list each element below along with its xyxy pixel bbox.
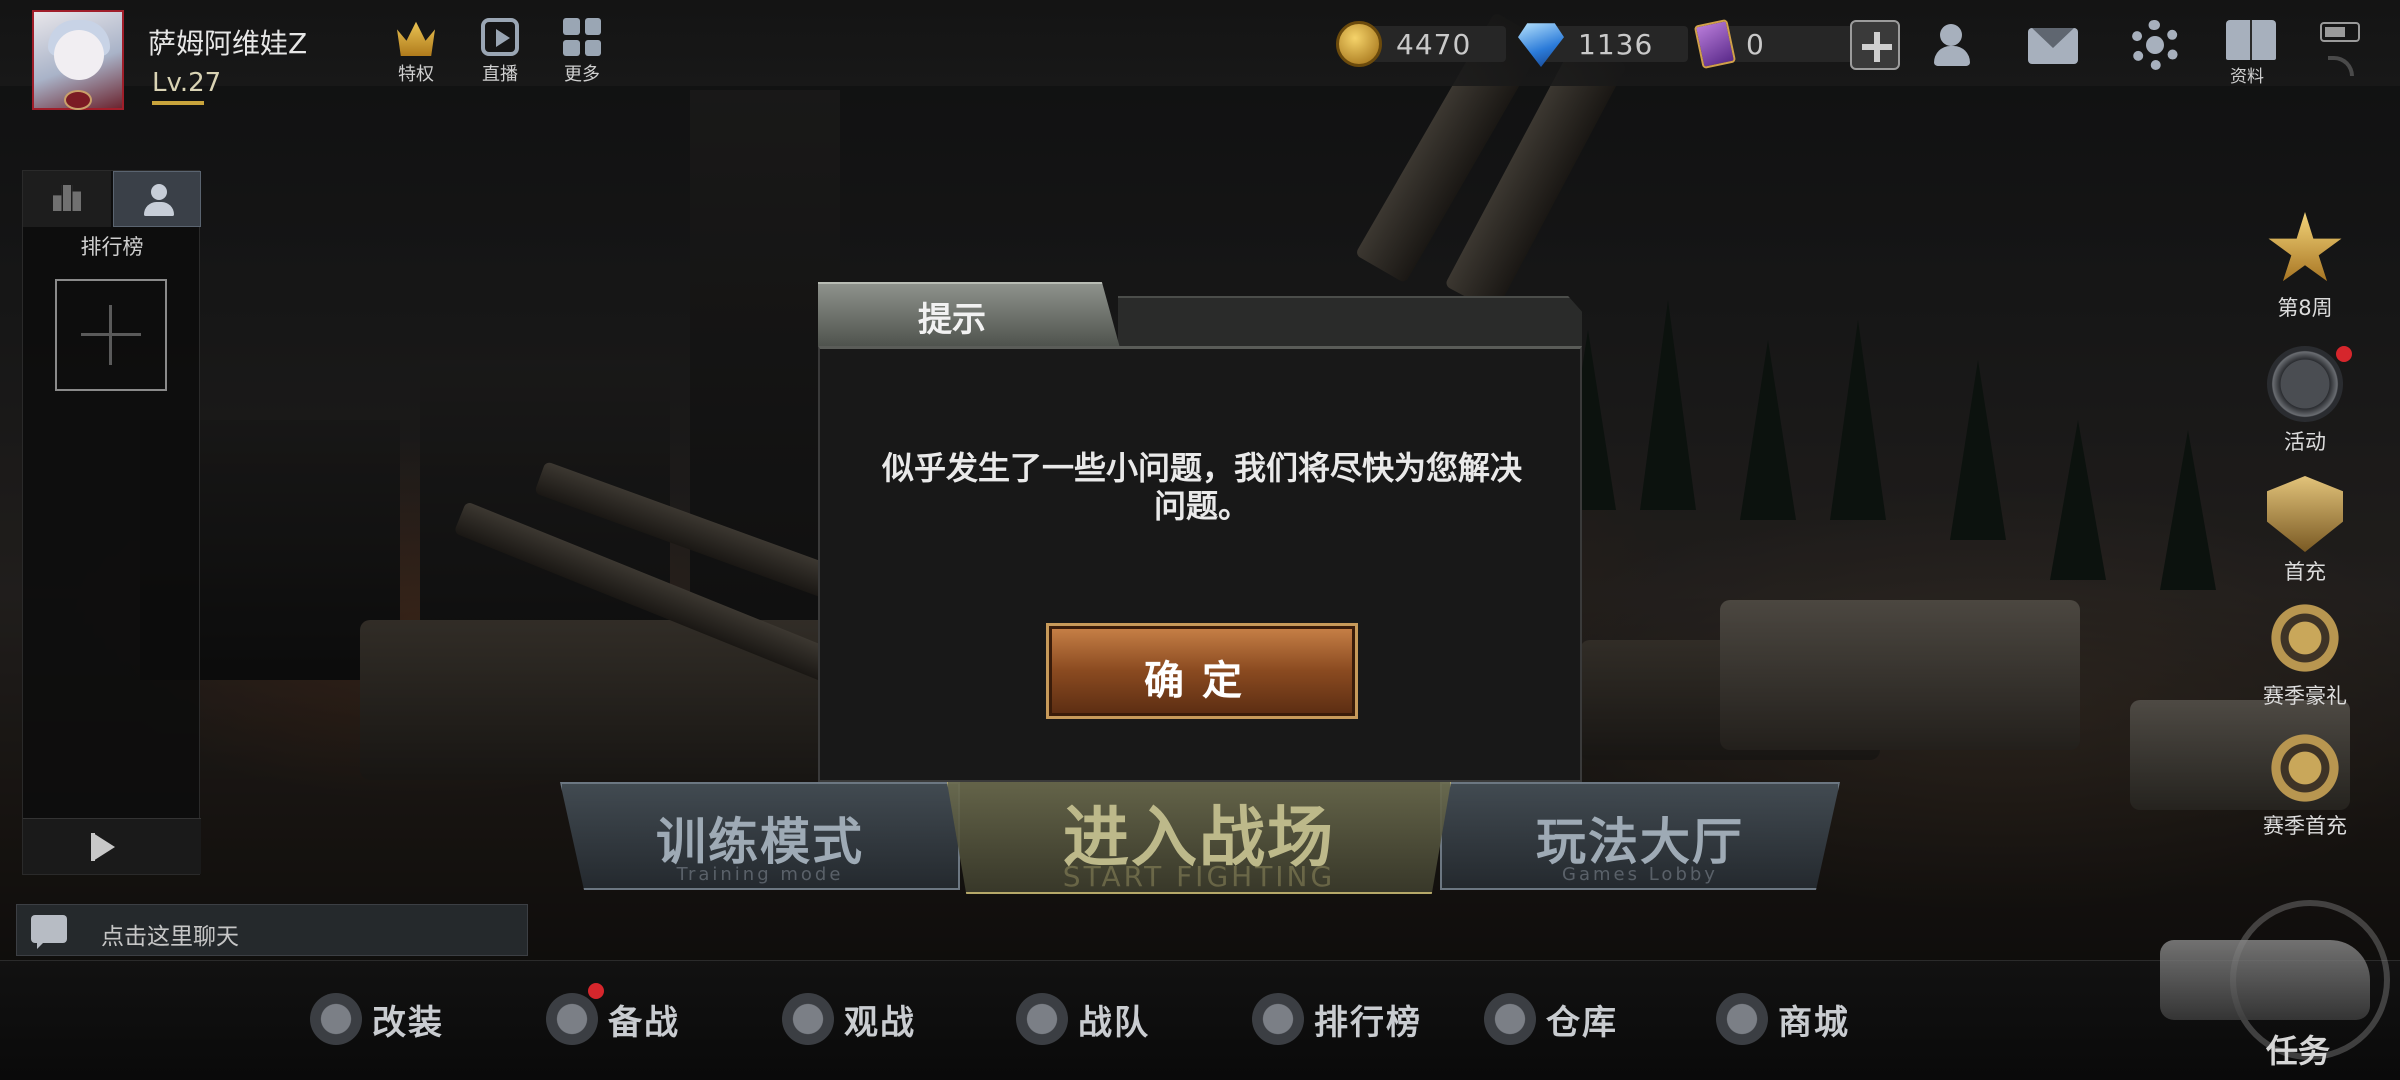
live-icon bbox=[481, 18, 519, 56]
nav-leaderboard-label: 排行榜 bbox=[1314, 1002, 1422, 1043]
expand-panel-button[interactable] bbox=[23, 818, 201, 874]
card-value: 0 bbox=[1746, 27, 1765, 61]
spectate-icon bbox=[782, 993, 834, 1045]
season-gift-icon bbox=[2267, 600, 2343, 676]
diamond-currency[interactable]: 1136 bbox=[1518, 22, 1688, 67]
gear-icon[interactable] bbox=[2130, 20, 2180, 70]
confirm-button[interactable]: 确定 bbox=[1046, 623, 1358, 719]
training-mode-button[interactable]: 训练模式 Training mode bbox=[560, 782, 960, 890]
games-lobby-button[interactable]: 玩法大厅 Games Lobby bbox=[1440, 782, 1840, 890]
privilege-button[interactable]: 特权 bbox=[386, 18, 446, 86]
nav-team[interactable]: 战队 bbox=[1016, 989, 1150, 1049]
star-icon bbox=[2268, 212, 2342, 282]
nav-prepare[interactable]: 备战 bbox=[546, 983, 680, 1049]
first-charge-button[interactable]: 首充 bbox=[2250, 476, 2360, 586]
tank-icon bbox=[2160, 940, 2370, 1020]
modify-icon bbox=[310, 993, 362, 1045]
battery-icon bbox=[2320, 22, 2360, 42]
season-first-charge-button[interactable]: 赛季首充 bbox=[2250, 730, 2360, 840]
first-charge-icon bbox=[2267, 476, 2343, 552]
mail-icon[interactable] bbox=[2028, 28, 2078, 64]
dialog-title: 提示 bbox=[918, 300, 986, 340]
weekly-event-button[interactable]: 第8周 bbox=[2250, 212, 2360, 322]
task-label: 任务 bbox=[2266, 1032, 2331, 1070]
alert-dialog: 提示 似乎发生了一些小问题，我们将尽快为您解决问题。 确定 bbox=[818, 282, 1582, 782]
friends-icon[interactable] bbox=[1934, 20, 1984, 70]
team-icon bbox=[1016, 993, 1068, 1045]
gold-coin-icon bbox=[1336, 21, 1382, 67]
level-progress-bar bbox=[152, 101, 204, 105]
diamond-value: 1136 bbox=[1578, 27, 1654, 61]
nav-modify-label: 改装 bbox=[372, 1002, 444, 1043]
plus-icon[interactable] bbox=[1850, 20, 1900, 70]
left-ranking-panel: 排行榜 bbox=[22, 170, 201, 875]
start-fighting-subtitle: START FIGHTING bbox=[1062, 860, 1336, 893]
live-label: 直播 bbox=[482, 64, 518, 85]
player-avatar[interactable] bbox=[32, 10, 124, 110]
gold-value: 4470 bbox=[1396, 27, 1472, 61]
dialog-header-bar bbox=[1118, 296, 1582, 348]
chat-bubble-icon bbox=[31, 915, 67, 949]
season-first-charge-label: 赛季首充 bbox=[2263, 814, 2347, 838]
chat-placeholder: 点击这里聊天 bbox=[101, 924, 239, 950]
activity-badge bbox=[2336, 346, 2352, 362]
player-name: 萨姆阿维娃Z bbox=[148, 27, 308, 60]
trophy-icon bbox=[1252, 993, 1304, 1045]
shop-icon bbox=[1716, 993, 1768, 1045]
confirm-button-label: 确定 bbox=[1144, 658, 1260, 704]
dialog-body: 似乎发生了一些小问题，我们将尽快为您解决问题。 确定 bbox=[818, 346, 1582, 782]
more-label: 更多 bbox=[564, 64, 600, 85]
nav-leaderboard[interactable]: 排行榜 bbox=[1252, 989, 1422, 1049]
season-gift-label: 赛季豪礼 bbox=[2263, 684, 2347, 708]
crown-icon bbox=[397, 21, 435, 56]
player-level: Lv.27 bbox=[152, 68, 222, 98]
season-first-charge-icon bbox=[2267, 730, 2343, 806]
profile-book-icon[interactable] bbox=[2226, 20, 2276, 60]
nav-shop[interactable]: 商城 bbox=[1716, 989, 1850, 1049]
expand-arrow-icon bbox=[93, 833, 115, 861]
season-gift-button[interactable]: 赛季豪礼 bbox=[2250, 600, 2360, 710]
chat-input[interactable]: 点击这里聊天 bbox=[16, 904, 528, 956]
nav-spectate[interactable]: 观战 bbox=[782, 989, 916, 1049]
activity-label: 活动 bbox=[2284, 430, 2326, 454]
dialog-message: 似乎发生了一些小问题，我们将尽快为您解决问题。 bbox=[881, 449, 1522, 525]
training-mode-subtitle: Training mode bbox=[676, 864, 844, 885]
activity-button[interactable]: 活动 bbox=[2250, 346, 2360, 456]
weekly-event-label: 第8周 bbox=[2277, 296, 2333, 320]
ranking-title: 排行榜 bbox=[80, 235, 144, 259]
gasmask-icon bbox=[546, 983, 604, 1045]
profile-label: 资料 bbox=[2230, 67, 2264, 87]
warehouse-icon bbox=[1484, 993, 1536, 1045]
nav-team-label: 战队 bbox=[1078, 1002, 1150, 1043]
more-button[interactable]: 更多 bbox=[552, 18, 612, 86]
card-currency[interactable]: 0 bbox=[1693, 18, 1856, 70]
ranking-icon bbox=[53, 185, 81, 211]
start-fighting-button[interactable]: 进入战场 START FIGHTING bbox=[946, 776, 1452, 894]
live-button[interactable]: 直播 bbox=[470, 18, 530, 86]
tab-friends[interactable] bbox=[113, 171, 201, 227]
nav-modify[interactable]: 改装 bbox=[310, 989, 444, 1049]
nav-spectate-label: 观战 bbox=[844, 1002, 916, 1043]
add-slot-button[interactable] bbox=[55, 279, 167, 391]
games-lobby-subtitle: Games Lobby bbox=[1562, 864, 1718, 885]
more-icon bbox=[563, 18, 601, 56]
friends-tab-icon bbox=[144, 184, 174, 216]
nav-warehouse[interactable]: 仓库 bbox=[1484, 989, 1618, 1049]
activity-icon bbox=[2267, 346, 2343, 422]
gold-currency[interactable]: 4470 bbox=[1336, 21, 1506, 67]
prepare-badge bbox=[588, 983, 604, 999]
nav-shop-label: 商城 bbox=[1778, 1002, 1850, 1043]
nav-prepare-label: 备战 bbox=[608, 1002, 680, 1043]
nav-warehouse-label: 仓库 bbox=[1546, 1002, 1618, 1043]
tab-ranking[interactable] bbox=[23, 171, 111, 227]
privilege-label: 特权 bbox=[398, 64, 434, 85]
bottom-nav: 改装 备战 观战 战队 排行榜 仓库 商城 bbox=[0, 960, 2400, 1080]
first-charge-label: 首充 bbox=[2284, 560, 2326, 584]
